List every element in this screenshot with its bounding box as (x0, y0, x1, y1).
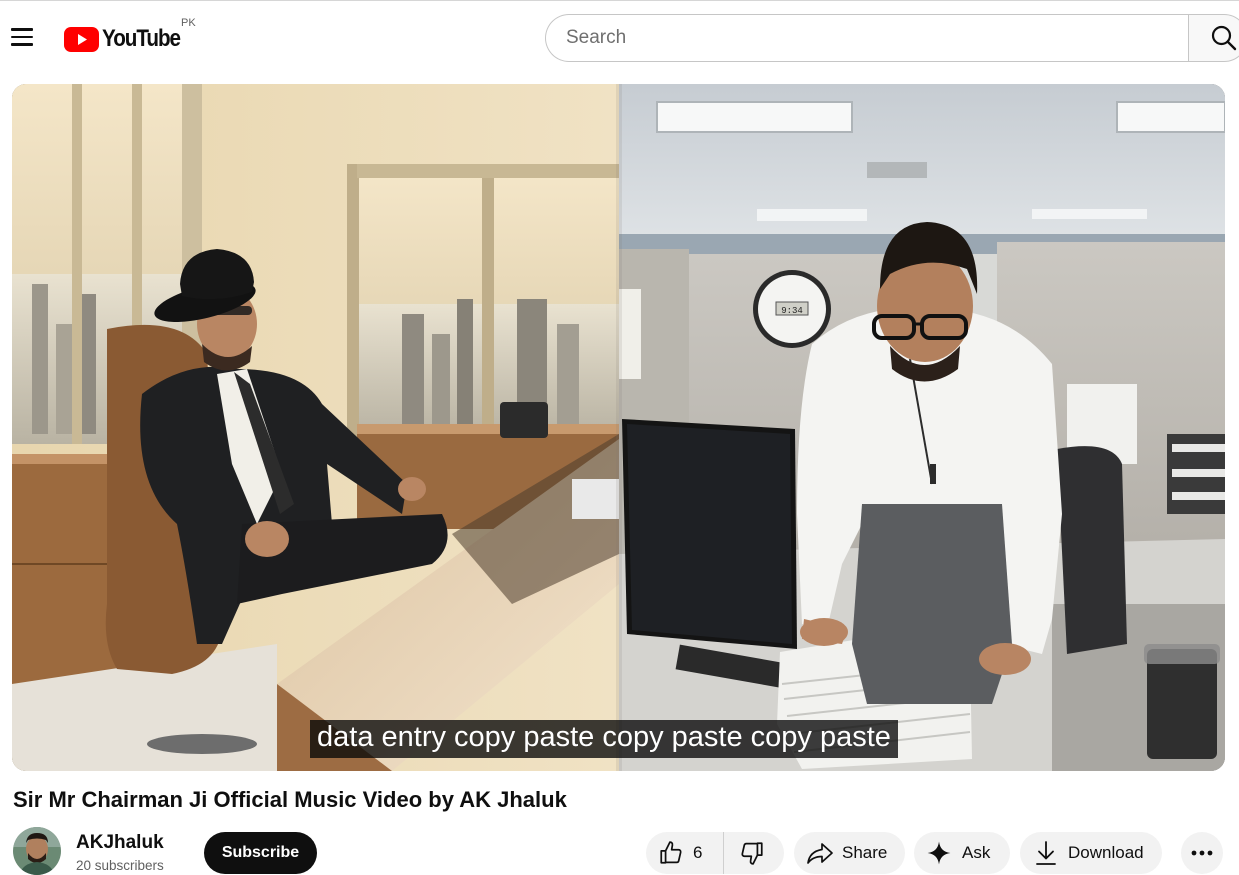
video-frame: 9:34 (12, 84, 1225, 771)
video-title: Sir Mr Chairman Ji Official Music Video … (13, 787, 567, 812)
ask-label: Ask (962, 843, 991, 862)
channel-avatar[interactable] (13, 827, 61, 875)
subscriber-count: 20 subscribers (76, 858, 164, 873)
like-dislike-group: 6 (646, 832, 784, 874)
subscribe-button[interactable]: Subscribe (204, 832, 317, 874)
download-button[interactable]: Download (1020, 832, 1162, 874)
video-player[interactable]: 9:34 data entry copy paste copy paste co… (12, 84, 1225, 771)
more-actions-button[interactable] (1181, 832, 1223, 874)
masthead: YouTube PK (0, 0, 1239, 72)
youtube-play-icon (64, 26, 99, 52)
hamburger-menu-icon[interactable] (8, 22, 36, 52)
thumbs-up-icon (660, 841, 682, 864)
like-button[interactable]: 6 (646, 832, 724, 874)
sparkle-icon (927, 841, 951, 865)
channel-name[interactable]: AKJhaluk (76, 832, 164, 854)
country-code: PK (181, 17, 196, 29)
video-caption: data entry copy paste copy paste copy pa… (310, 720, 898, 758)
avatar-image (13, 827, 61, 875)
share-icon (807, 843, 833, 864)
download-label: Download (1068, 843, 1144, 862)
search-icon (1211, 25, 1237, 51)
search-input[interactable] (566, 27, 1189, 49)
clock-display: 9:34 (781, 306, 803, 316)
search-box[interactable] (545, 14, 1189, 62)
download-icon (1036, 841, 1056, 865)
logo-text: YouTube (102, 25, 181, 52)
share-button[interactable]: Share (794, 832, 905, 874)
more-horizontal-icon (1191, 850, 1213, 856)
ask-button[interactable]: Ask (914, 832, 1010, 874)
share-label: Share (842, 843, 888, 862)
youtube-logo[interactable]: YouTube (64, 25, 193, 53)
search-button[interactable] (1188, 14, 1239, 62)
like-count: 6 (693, 843, 703, 862)
dislike-button[interactable] (724, 832, 765, 874)
thumbs-down-icon (741, 842, 763, 865)
